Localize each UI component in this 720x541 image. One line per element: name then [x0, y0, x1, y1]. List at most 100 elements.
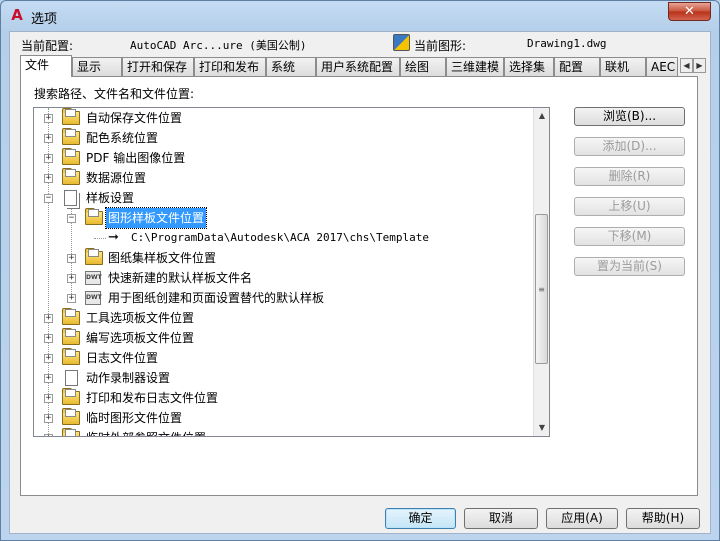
dwt-file-icon: DWT [85, 291, 102, 305]
tab-open-save[interactable]: 打开和保存 [122, 57, 194, 76]
tree-item[interactable]: + 临时外部参照文件位置 [34, 428, 534, 436]
tree-item-label: 日志文件位置 [86, 351, 159, 365]
expand-icon[interactable]: + [44, 434, 53, 436]
tab-user-preferences[interactable]: 用户系统配置 [316, 57, 400, 76]
file-location-tree[interactable]: + 自动保存文件位置 + 配色系统位置 + PDF 输出图像位置 + 数据源位置… [33, 107, 550, 437]
expand-icon[interactable]: + [44, 174, 53, 183]
tree-item-label: 图纸集样板文件位置 [108, 251, 217, 265]
tree-item[interactable]: + 动作录制器设置 [34, 368, 534, 388]
drawing-file-icon [393, 34, 410, 51]
title-bar: A 选项 ✕ [1, 1, 719, 31]
tab-plot-publish[interactable]: 打印和发布 [194, 57, 266, 76]
tree-item[interactable]: + 图纸集样板文件位置 [34, 248, 534, 268]
tree-item-path[interactable]: ➞ C:\ProgramData\Autodesk\ACA 2017\chs\T… [34, 228, 534, 248]
tab-selection[interactable]: 选择集 [504, 57, 554, 76]
add-button[interactable]: 添加(D)... [574, 137, 685, 156]
tree-item-label: 图形样板文件位置 [104, 207, 208, 229]
tree-item-selected[interactable]: − 图形样板文件位置 [34, 207, 534, 229]
expand-icon[interactable]: + [67, 294, 76, 303]
tree-item-label: 临时图形文件位置 [86, 411, 183, 425]
move-down-button[interactable]: 下移(M) [574, 227, 685, 246]
tab-aec[interactable]: AEC [646, 57, 678, 76]
remove-button[interactable]: 删除(R) [574, 167, 685, 186]
window-title: 选项 [31, 12, 58, 27]
folder-open-icon [85, 208, 103, 225]
expand-icon[interactable]: + [44, 414, 53, 423]
tab-3d-modeling[interactable]: 三维建模 [446, 57, 504, 76]
tree-item-label: C:\ProgramData\Autodesk\ACA 2017\chs\Tem… [131, 231, 430, 244]
tree-item-label: PDF 输出图像位置 [86, 151, 186, 165]
tab-online[interactable]: 联机 [600, 57, 646, 76]
tab-files[interactable]: 文件 [20, 55, 72, 77]
tab-system[interactable]: 系统 [266, 57, 316, 76]
current-drawing-value: Drawing1.dwg [527, 37, 607, 50]
apply-button[interactable]: 应用(A) [546, 508, 618, 529]
expand-icon[interactable]: + [44, 114, 53, 123]
current-drawing-label: 当前图形: [414, 39, 467, 53]
folder-icon [85, 248, 103, 265]
scrollbar-thumb[interactable]: ≡ [535, 214, 548, 364]
tree-item-label: 打印和发布日志文件位置 [86, 391, 219, 405]
tree-item[interactable]: + DWT 用于图纸创建和页面设置替代的默认样板 [34, 288, 534, 308]
tree-item[interactable]: + 临时图形文件位置 [34, 408, 534, 428]
folder-icon [62, 108, 80, 125]
expand-icon[interactable]: + [44, 154, 53, 163]
tree-item[interactable]: + 编写选项板文件位置 [34, 328, 534, 348]
tree-item-label: 编写选项板文件位置 [86, 331, 195, 345]
close-button[interactable]: ✕ [668, 2, 711, 21]
folder-icon [62, 128, 80, 145]
tab-scroll-left-icon[interactable]: ◀ [680, 58, 693, 73]
expand-icon[interactable]: + [44, 374, 53, 383]
autocad-logo-icon: A [11, 6, 23, 24]
collapse-icon[interactable]: − [67, 214, 76, 223]
current-profile-value: AutoCAD Arc...ure (美国公制) [130, 39, 307, 52]
search-paths-label: 搜索路径、文件名和文件位置: [34, 87, 195, 101]
tree-scrollbar[interactable]: ▲ ≡ ▼ [533, 108, 549, 436]
files-panel: 搜索路径、文件名和文件位置: + 自动保存文件位置 + 配色系统位置 + PDF… [20, 76, 698, 496]
browse-button[interactable]: 浏览(B)... [574, 107, 685, 126]
tab-drafting[interactable]: 绘图 [400, 57, 446, 76]
expand-icon[interactable]: + [44, 314, 53, 323]
tab-strip: 文件 显示 打开和保存 打印和发布 系统 用户系统配置 绘图 三维建模 选择集 … [20, 55, 710, 77]
folder-icon [62, 328, 80, 345]
tree-item[interactable]: + DWT 快速新建的默认样板文件名 [34, 268, 534, 288]
expand-icon[interactable]: + [67, 274, 76, 283]
config-row: 当前配置: AutoCAD Arc...ure (美国公制) 当前图形: Dra… [10, 32, 710, 54]
tree-item-label: 数据源位置 [86, 171, 147, 185]
scroll-down-icon[interactable]: ▼ [534, 420, 549, 436]
expand-icon[interactable]: + [67, 254, 76, 263]
cancel-button[interactable]: 取消 [464, 508, 538, 529]
expand-icon[interactable]: + [44, 394, 53, 403]
move-up-button[interactable]: 上移(U) [574, 197, 685, 216]
dialog-body: 当前配置: AutoCAD Arc...ure (美国公制) 当前图形: Dra… [9, 31, 711, 534]
document-stack-icon [64, 190, 77, 206]
help-button[interactable]: 帮助(H) [626, 508, 700, 529]
tree-item[interactable]: + PDF 输出图像位置 [34, 148, 534, 168]
expand-icon[interactable]: + [44, 334, 53, 343]
tree-item[interactable]: + 数据源位置 [34, 168, 534, 188]
tab-scroll-right-icon[interactable]: ▶ [693, 58, 706, 73]
ok-button[interactable]: 确定 [385, 508, 456, 529]
folder-icon [62, 428, 80, 436]
folder-icon [62, 148, 80, 165]
collapse-icon[interactable]: − [44, 194, 53, 203]
tree-item[interactable]: + 打印和发布日志文件位置 [34, 388, 534, 408]
expand-icon[interactable]: + [44, 354, 53, 363]
tree-item-label: 用于图纸创建和页面设置替代的默认样板 [108, 291, 325, 305]
tree-viewport: + 自动保存文件位置 + 配色系统位置 + PDF 输出图像位置 + 数据源位置… [34, 108, 534, 436]
tree-item[interactable]: + 配色系统位置 [34, 128, 534, 148]
document-icon [65, 370, 78, 386]
tree-item-label: 动作录制器设置 [86, 371, 171, 385]
tree-item[interactable]: + 日志文件位置 [34, 348, 534, 368]
tree-item[interactable]: − 样板设置 [34, 188, 534, 208]
tab-profiles[interactable]: 配置 [554, 57, 600, 76]
tree-item[interactable]: + 自动保存文件位置 [34, 108, 534, 128]
folder-icon [62, 308, 80, 325]
tree-item[interactable]: + 工具选项板文件位置 [34, 308, 534, 328]
expand-icon[interactable]: + [44, 134, 53, 143]
tree-guide-line [94, 238, 106, 239]
scroll-up-icon[interactable]: ▲ [534, 108, 549, 124]
tree-item-label: 快速新建的默认样板文件名 [108, 271, 253, 285]
set-current-button[interactable]: 置为当前(S) [574, 257, 685, 276]
tab-display[interactable]: 显示 [72, 57, 122, 76]
